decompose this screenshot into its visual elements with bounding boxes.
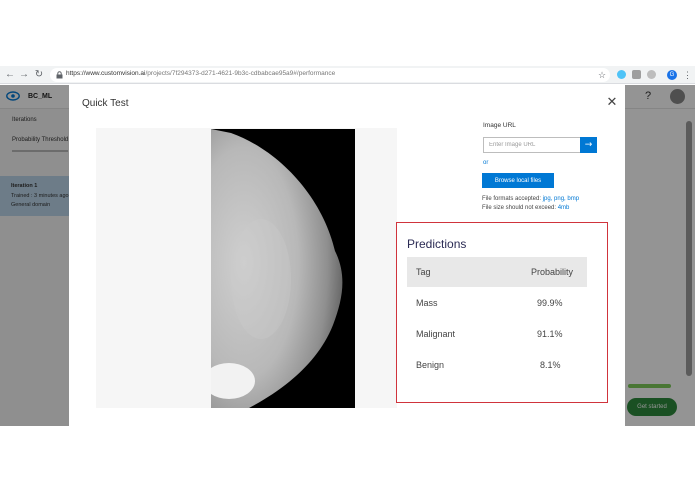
formats-prefix: File formats accepted: bbox=[482, 196, 543, 202]
predictions-title: Predictions bbox=[407, 237, 467, 251]
extension-icon[interactable] bbox=[617, 70, 626, 79]
image-url-label: Image URL bbox=[483, 122, 516, 129]
profile-avatar[interactable]: G bbox=[667, 70, 677, 80]
prediction-tag: Mass bbox=[416, 298, 438, 308]
screen: ← → ↻ https://www.customvision.ai/projec… bbox=[0, 0, 695, 494]
mammogram-image bbox=[211, 129, 355, 408]
extension-icon[interactable] bbox=[647, 70, 656, 79]
file-requirements: File formats accepted: jpg, png, bmp Fil… bbox=[482, 195, 579, 213]
table-row: Malignant 91.1% bbox=[407, 325, 587, 345]
formats-list: jpg, png, bmp bbox=[542, 196, 580, 202]
prediction-probability: 99.9% bbox=[537, 298, 563, 308]
submit-url-button[interactable]: → bbox=[580, 137, 597, 153]
browser-menu-icon[interactable]: ⋮ bbox=[683, 69, 692, 81]
close-icon[interactable]: ✕ bbox=[605, 95, 619, 109]
column-header-probability: Probability bbox=[531, 267, 574, 277]
predictions-table-header: Tag Probability bbox=[407, 257, 587, 287]
column-header-tag: Tag bbox=[416, 267, 431, 277]
browse-local-files-button[interactable]: Browse local files bbox=[482, 173, 554, 188]
back-icon[interactable]: ← bbox=[4, 69, 16, 81]
table-row: Benign 8.1% bbox=[407, 356, 587, 376]
forward-icon[interactable]: → bbox=[18, 69, 30, 81]
or-label: or bbox=[483, 160, 489, 166]
image-url-input[interactable] bbox=[483, 137, 581, 153]
size-limit: 4mb bbox=[557, 205, 570, 211]
predictions-panel: Predictions Tag Probability Mass 99.9% M… bbox=[396, 222, 608, 403]
size-prefix: File size should not exceed: bbox=[482, 205, 558, 211]
url-text: https://www.customvision.ai/projects/7f2… bbox=[66, 70, 335, 77]
quick-test-dialog: Quick Test ✕ Image URL → or Browse local… bbox=[69, 85, 625, 426]
prediction-tag: Malignant bbox=[416, 329, 456, 339]
browser-toolbar: ← → ↻ https://www.customvision.ai/projec… bbox=[0, 66, 695, 84]
extension-icon[interactable] bbox=[632, 70, 641, 79]
url-path: /projects/7f294373-d271-4621-9b3c-cdbabc… bbox=[145, 70, 336, 77]
table-row: Mass 99.9% bbox=[407, 294, 587, 314]
reload-icon[interactable]: ↻ bbox=[33, 69, 45, 81]
dialog-title: Quick Test bbox=[82, 98, 129, 109]
bookmark-star-icon[interactable]: ☆ bbox=[598, 69, 606, 81]
prediction-probability: 8.1% bbox=[540, 360, 561, 370]
lock-icon bbox=[56, 71, 63, 79]
prediction-tag: Benign bbox=[416, 360, 445, 370]
url-domain: https://www.customvision.ai bbox=[66, 70, 146, 77]
prediction-probability: 91.1% bbox=[537, 329, 563, 339]
address-bar[interactable]: https://www.customvision.ai/projects/7f2… bbox=[50, 68, 610, 82]
